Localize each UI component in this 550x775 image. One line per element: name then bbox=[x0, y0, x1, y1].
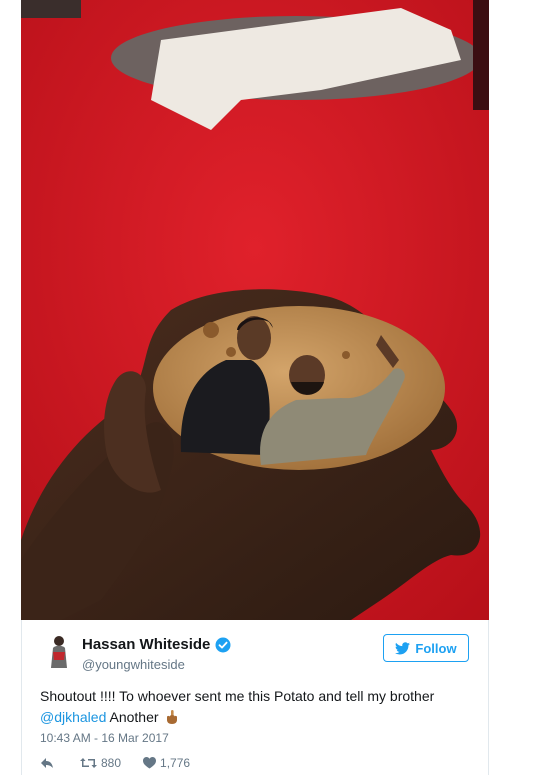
middle-finger-emoji-icon bbox=[166, 709, 178, 724]
mention-link[interactable]: @djkhaled bbox=[40, 709, 106, 725]
avatar-image bbox=[51, 636, 67, 668]
reply-arrow-icon bbox=[41, 758, 53, 768]
tweet-text-before: Shoutout !!!! To whoever sent me this Po… bbox=[40, 688, 435, 704]
reply-button[interactable] bbox=[40, 757, 58, 769]
tweet-card: Hassan Whiteside @youngwhiteside Follow … bbox=[21, 620, 489, 775]
verified-badge-icon bbox=[215, 637, 231, 653]
author-name-row[interactable]: Hassan Whiteside bbox=[82, 636, 231, 653]
potato-hand-image bbox=[21, 0, 489, 620]
retweet-icon bbox=[80, 758, 97, 768]
tweet-text: Shoutout !!!! To whoever sent me this Po… bbox=[40, 686, 480, 728]
like-button[interactable]: 1,776 bbox=[143, 756, 190, 770]
author-name[interactable]: Hassan Whiteside bbox=[82, 636, 210, 653]
tweet-photo[interactable] bbox=[21, 0, 489, 620]
avatar[interactable] bbox=[48, 634, 70, 668]
twitter-bird-icon bbox=[395, 641, 411, 654]
retweet-button[interactable]: 880 bbox=[80, 756, 121, 770]
tweet-timestamp[interactable]: 10:43 AM - 16 Mar 2017 bbox=[40, 731, 169, 745]
retweet-count: 880 bbox=[101, 756, 122, 770]
tweet-text-after: Another bbox=[109, 709, 159, 725]
tweet-actions: 880 1,776 bbox=[40, 756, 212, 770]
heart-icon bbox=[143, 757, 157, 769]
like-count: 1,776 bbox=[160, 756, 191, 770]
author-handle[interactable]: @youngwhiteside bbox=[82, 657, 185, 672]
follow-button-label: Follow bbox=[415, 640, 457, 656]
follow-button[interactable]: Follow bbox=[383, 634, 469, 662]
